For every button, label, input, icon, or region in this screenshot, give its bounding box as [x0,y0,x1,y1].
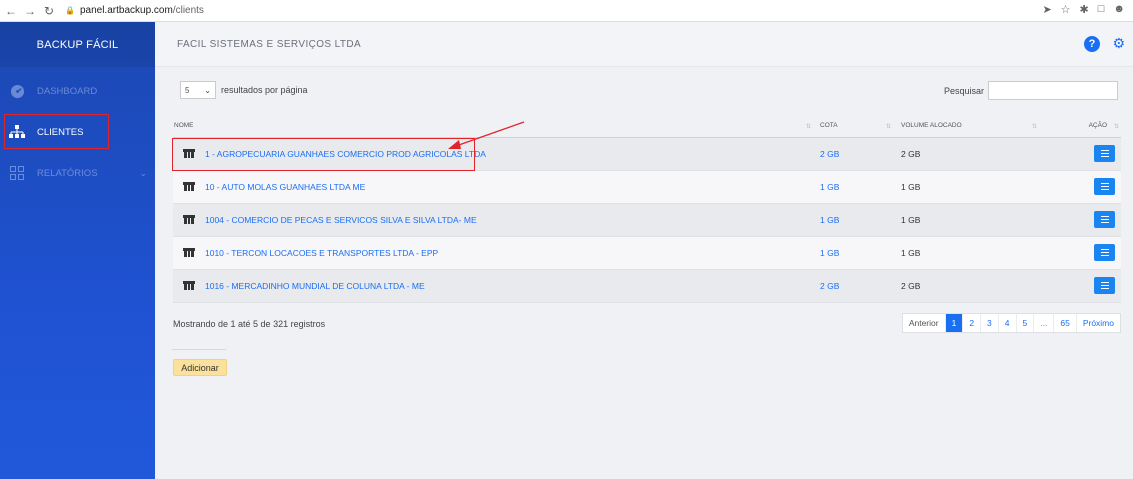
divider [172,349,226,350]
add-client-button[interactable]: Adicionar [173,359,227,376]
action-menu-button[interactable] [1094,178,1115,195]
column-header-volume[interactable]: VOLUME ALOCADO ⇅ [895,115,1045,138]
dashboard-gauge-icon [9,83,25,99]
table-row: 1004 - COMERCIO DE PECAS E SERVICOS SILV… [173,203,1121,237]
sidebar-item-label: RELATÓRIOS [37,167,98,179]
column-header-quota[interactable]: COTA ⇅ [815,115,895,138]
grid-icon [9,165,25,181]
send-icon[interactable]: ➤ [1042,3,1051,16]
highlight-box-clientes [4,114,109,149]
sort-icon: ⇅ [1113,124,1119,130]
column-header-name[interactable]: NOME ⇅ [173,115,815,138]
gear-icon[interactable]: ⚙ [1112,35,1125,52]
chevron-down-icon: ⌄ [204,85,211,95]
client-name-link[interactable]: 10 - AUTO MOLAS GUANHAES LTDA ME [205,182,365,192]
pagination-page-button[interactable]: 1 [944,314,963,332]
search-input[interactable] [988,81,1118,100]
page-length-select[interactable]: 5 ⌄ [180,81,216,99]
client-name-link[interactable]: 1010 - TERCON LOCACOES E TRANSPORTES LTD… [205,248,438,258]
sidebar-item-dashboard[interactable]: DASHBOARD [0,74,155,108]
store-icon [183,281,195,290]
lock-icon: 🔒 [65,6,75,15]
bookmark-star-icon[interactable]: ☆ [1061,3,1071,16]
sort-icon: ⇅ [805,124,811,130]
highlight-box-first-row [172,138,475,171]
pagination-page-button[interactable]: 65 [1053,314,1075,332]
help-icon[interactable]: ? [1084,36,1100,52]
volume-value: 2 GB [901,148,921,159]
store-icon [183,215,195,224]
chevron-down-icon: ⌄ [139,167,147,178]
page-length-control: 5 ⌄ resultados por página [180,81,308,99]
extensions-icon[interactable]: ✱ [1080,3,1089,16]
pagination-page-button[interactable]: 2 [962,314,980,332]
table-info: Mostrando de 1 até 5 de 321 registros [173,319,326,329]
url-domain: panel.artbackup.com [79,5,173,16]
pagination-next-button[interactable]: Próximo [1075,314,1120,332]
table-row: 1016 - MERCADINHO MUNDIAL DE COLUNA LTDA… [173,269,1121,303]
table-row: 1010 - TERCON LOCACOES E TRANSPORTES LTD… [173,236,1121,270]
quota-link[interactable]: 2 GB [820,281,839,291]
sort-icon: ⇅ [885,124,891,130]
profile-icon[interactable]: ☻ [1113,3,1125,16]
action-menu-button[interactable] [1094,244,1115,261]
company-name: FACIL SISTEMAS E SERVIÇOS LTDA [177,38,362,50]
sort-icon: ⇅ [1031,124,1037,130]
action-menu-button[interactable] [1094,211,1115,228]
sidebar-item-label: DASHBOARD [37,85,98,97]
search-label: Pesquisar [943,85,984,96]
address-bar[interactable]: 🔒 panel.artbackup.com/clients [65,5,204,16]
client-name-link[interactable]: 1016 - MERCADINHO MUNDIAL DE COLUNA LTDA… [205,281,425,291]
page-length-value: 5 [185,85,190,95]
client-name-link[interactable]: 1004 - COMERCIO DE PECAS E SERVICOS SILV… [205,215,477,225]
pagination-ellipsis: ... [1033,314,1053,332]
sidepanel-icon[interactable]: □ [1098,3,1105,16]
reload-icon[interactable]: ↻ [41,3,57,19]
table-row: 10 - AUTO MOLAS GUANHAES LTDA ME 1 GB 1 … [173,170,1121,204]
url-path: /clients [172,5,204,16]
quota-link[interactable]: 1 GB [820,182,839,192]
pagination: Anterior 1 2 3 4 5 ... 65 Próximo [901,313,1121,333]
action-menu-button[interactable] [1094,277,1115,294]
quota-link[interactable]: 1 GB [820,215,839,225]
column-header-action[interactable]: AÇÃO ⇅ [1045,115,1121,138]
brand-title[interactable]: BACKUP FÁCIL [0,22,155,67]
page-length-label: resultados por página [221,85,308,95]
clients-card: 5 ⌄ resultados por página Pesquisar NOME… [170,75,1123,365]
action-menu-button[interactable] [1094,145,1115,162]
pagination-page-button[interactable]: 3 [980,314,998,332]
volume-value: 1 GB [901,181,921,192]
store-icon [183,182,195,191]
browser-toolbar: ← → ↻ 🔒 panel.artbackup.com/clients ➤ ☆ … [0,0,1133,22]
search-control: Pesquisar [944,81,1118,100]
pagination-page-button[interactable]: 5 [1015,314,1034,332]
sidebar-item-relatorios[interactable]: RELATÓRIOS ⌄ [0,156,155,190]
volume-value: 1 GB [901,247,921,258]
volume-value: 1 GB [901,214,921,225]
volume-value: 2 GB [901,280,921,291]
quota-link[interactable]: 1 GB [820,248,839,258]
store-icon [183,248,195,257]
top-header: FACIL SISTEMAS E SERVIÇOS LTDA ? ⚙ [155,22,1133,67]
forward-arrow-icon[interactable]: → [22,3,38,19]
back-arrow-icon[interactable]: ← [3,3,19,19]
quota-link[interactable]: 2 GB [820,149,839,159]
pagination-page-button[interactable]: 4 [997,314,1016,332]
pagination-prev-button[interactable]: Anterior [903,314,945,332]
